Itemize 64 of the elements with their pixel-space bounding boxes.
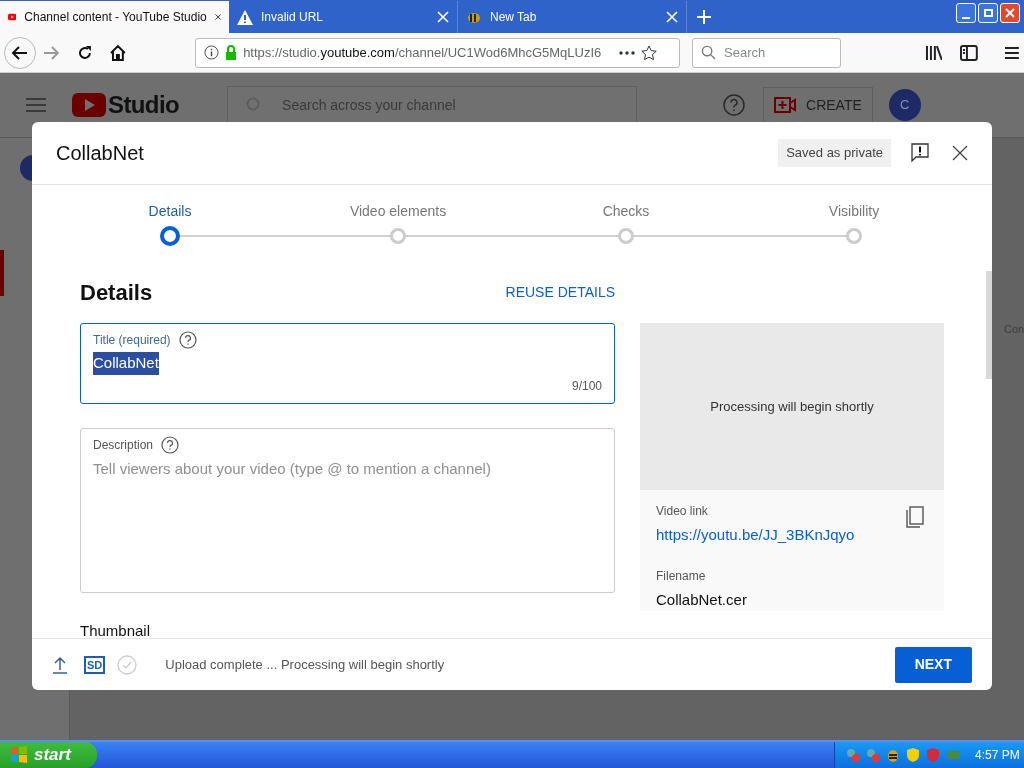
help-icon[interactable] [723, 94, 746, 116]
reuse-details-link[interactable]: REUSE DETAILS [505, 281, 615, 303]
warning-icon [237, 9, 253, 25]
active-indicator [0, 250, 4, 296]
description-field[interactable]: Description Tell viewers about your video (type @ to mention a channel) [80, 428, 615, 593]
windows-logo-icon [10, 746, 28, 764]
close-icon[interactable] [214, 11, 221, 23]
copy-icon[interactable] [906, 506, 924, 528]
reload-icon[interactable] [77, 44, 94, 61]
step-label[interactable]: Visibility [828, 201, 880, 222]
upload-icon[interactable] [52, 655, 68, 674]
sd-badge: SD [84, 655, 106, 674]
feedback-icon[interactable] [911, 143, 929, 163]
help-icon[interactable] [161, 436, 180, 454]
browser-tab[interactable]: Channel content - YouTube Studio [0, 1, 229, 33]
forward-icon[interactable] [41, 43, 60, 62]
dialog-title: CollabNet [56, 141, 144, 166]
next-button[interactable]: NEXT [894, 646, 972, 683]
video-plus-icon [774, 97, 797, 113]
step-label[interactable]: Video elements [349, 201, 447, 222]
menu-icon[interactable] [1004, 45, 1021, 60]
minimize-button[interactable] [956, 3, 976, 23]
close-icon [1005, 8, 1015, 18]
search-icon [701, 45, 716, 60]
step-label[interactable]: Details [148, 201, 192, 222]
studio-logo: Studio [108, 90, 180, 120]
close-icon[interactable] [952, 145, 968, 161]
field-label: Video link [656, 503, 709, 520]
help-icon[interactable] [178, 331, 197, 349]
start-button[interactable]: start [0, 742, 97, 768]
search-field[interactable]: Search [692, 37, 841, 68]
upload-status: Upload complete ... Processing will begin shortly [165, 655, 445, 674]
address-bar[interactable]: https://studio.youtube.com/channel/UC1Wod6MhcG5MqLUzI6 [195, 37, 680, 68]
section-heading: Details [80, 278, 153, 307]
clock: 4:57 PM [975, 747, 1020, 764]
play-logo-icon [72, 93, 106, 117]
restore-button[interactable] [978, 3, 998, 23]
youtube-icon [8, 11, 17, 23]
close-button[interactable] [1000, 3, 1020, 23]
check-icon [117, 654, 138, 675]
saved-status: Saved as private [778, 139, 891, 167]
lock-icon [225, 45, 238, 60]
bee-icon [466, 10, 482, 24]
filename-text: CollabNet.cer [656, 589, 748, 610]
field-label: Filename [656, 567, 707, 585]
step-indicator[interactable] [160, 226, 180, 246]
new-tab-icon[interactable] [697, 10, 711, 24]
back-arrow-icon [10, 43, 29, 62]
info-icon [204, 45, 220, 60]
step-label[interactable]: Checks [602, 201, 650, 222]
avatar[interactable]: C [888, 89, 921, 121]
home-icon[interactable] [109, 43, 128, 62]
url-text: https://studio.youtube.com/channel/UC1Wod6MhcG5MqLUzI6 [243, 43, 603, 62]
section-heading: Thumbnail [80, 621, 152, 638]
title-value: CollabNet [93, 352, 159, 375]
bee-icon[interactable] [885, 747, 901, 763]
more-icon[interactable] [619, 50, 636, 55]
character-counter: 9/100 [571, 378, 602, 395]
star-icon[interactable] [641, 44, 658, 61]
title-field[interactable]: Title (required) CollabNet 9/100 [80, 323, 615, 404]
video-link[interactable]: https://youtu.be/JJ_3BKnJqyo [656, 524, 906, 547]
processing-status: Processing will begin shortly [710, 397, 874, 416]
library-icon[interactable] [924, 44, 943, 61]
sidebar-icon[interactable] [960, 44, 979, 61]
